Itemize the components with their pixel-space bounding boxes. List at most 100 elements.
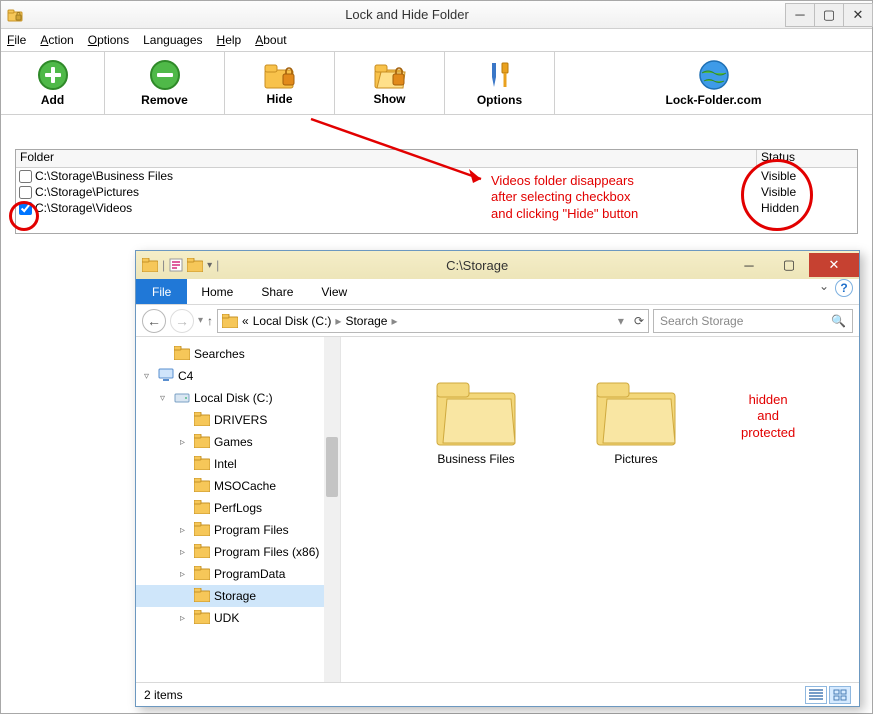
menu-file[interactable]: File <box>7 33 26 47</box>
menu-languages[interactable]: Languages <box>143 33 202 47</box>
explorer-ribbon: File Home Share View ⌄ ? <box>136 279 859 305</box>
view-icons-button[interactable] <box>829 686 851 704</box>
row-status: Visible <box>757 185 857 199</box>
chevron-icon[interactable]: ▹ <box>180 569 190 580</box>
folder-icon <box>194 544 210 561</box>
add-button[interactable]: Add <box>1 52 105 114</box>
tree-item[interactable]: Searches <box>136 343 340 365</box>
remove-label: Remove <box>141 93 188 107</box>
ribbon-tab-home[interactable]: Home <box>187 279 247 304</box>
folder-icon <box>194 588 210 605</box>
tree-item[interactable]: MSOCache <box>136 475 340 497</box>
tree-item[interactable]: ▹ ProgramData <box>136 563 340 585</box>
options-button[interactable]: Options <box>445 52 555 114</box>
chevron-icon[interactable]: ▹ <box>180 613 190 624</box>
column-status[interactable]: Status <box>757 150 857 167</box>
content-label: Pictures <box>581 452 691 466</box>
menu-options[interactable]: Options <box>88 33 129 47</box>
computer-icon <box>158 368 174 385</box>
remove-button[interactable]: Remove <box>105 52 225 114</box>
tree-item[interactable]: Storage <box>136 585 340 607</box>
chevron-icon[interactable]: ▹ <box>180 525 190 536</box>
tree-item[interactable]: PerfLogs <box>136 497 340 519</box>
tree-label: ProgramData <box>214 567 285 581</box>
row-path: C:\Storage\Pictures <box>35 185 757 199</box>
show-button[interactable]: Show <box>335 52 445 114</box>
menu-action[interactable]: Action <box>40 33 73 47</box>
breadcrumb-part2[interactable]: Storage <box>345 314 387 328</box>
chevron-icon[interactable]: ▿ <box>144 371 154 382</box>
ribbon-file-tab[interactable]: File <box>136 279 187 304</box>
options-label: Options <box>477 93 522 107</box>
minimize-button[interactable]: ─ <box>785 3 815 27</box>
row-checkbox[interactable] <box>19 202 32 215</box>
row-status: Visible <box>757 169 857 183</box>
search-input[interactable]: Search Storage 🔍 <box>653 309 853 333</box>
website-button[interactable]: Lock-Folder.com <box>555 52 872 114</box>
tree-item[interactable]: ▹Games <box>136 431 340 453</box>
row-checkbox[interactable] <box>19 170 32 183</box>
content-item-business-files[interactable]: Business Files <box>421 377 531 466</box>
column-folder[interactable]: Folder <box>16 150 757 167</box>
tree-item[interactable]: ▹UDK <box>136 607 340 629</box>
tree-label: DRIVERS <box>214 413 267 427</box>
navigation-tree[interactable]: Searches ▿ C4 ▿Local Disk (C:) DRIVERS ▹Games… <box>136 337 341 682</box>
ribbon-tab-share[interactable]: Share <box>247 279 307 304</box>
explorer-maximize-button[interactable]: ▢ <box>769 253 809 277</box>
search-icon: 🔍 <box>831 314 846 328</box>
add-label: Add <box>41 93 64 107</box>
refresh-icon[interactable]: ⟳ <box>634 314 644 328</box>
tree-label: MSOCache <box>214 479 276 493</box>
nav-history-icon[interactable]: ▾ <box>198 315 203 326</box>
menu-about[interactable]: About <box>255 33 286 47</box>
folder-icon <box>194 412 210 429</box>
nav-forward-button[interactable]: → <box>170 309 194 333</box>
content-pane[interactable]: Business Files Pictures hidden and prote… <box>341 337 859 682</box>
folder-icon <box>194 500 210 517</box>
breadcrumb[interactable]: « Local Disk (C:) ▸ Storage ▸ ▾ ⟳ <box>217 309 649 333</box>
view-details-button[interactable] <box>805 686 827 704</box>
tree-item[interactable]: ▹Program Files <box>136 519 340 541</box>
chevron-right-icon[interactable]: ▸ <box>391 314 397 328</box>
tree-item[interactable]: Intel <box>136 453 340 475</box>
row-path: C:\Storage\Business Files <box>35 169 757 183</box>
folder-icon <box>194 610 210 627</box>
toolbar: Add Remove Hide Show Options Lock-Folder… <box>1 51 872 115</box>
folder-icon <box>222 314 238 328</box>
row-checkbox[interactable] <box>19 186 32 199</box>
content-item-pictures[interactable]: Pictures <box>581 377 691 466</box>
tree-label: Searches <box>194 347 245 361</box>
explorer-minimize-button[interactable]: ─ <box>729 253 769 277</box>
nav-back-button[interactable]: ← <box>142 309 166 333</box>
show-label: Show <box>374 92 406 106</box>
ribbon-expand-icon[interactable]: ⌄ <box>819 279 829 304</box>
explorer-titlebar: | ▾ | C:\Storage ─ ▢ ✕ <box>136 251 859 279</box>
hide-button[interactable]: Hide <box>225 52 335 114</box>
ribbon-tab-view[interactable]: View <box>307 279 361 304</box>
tree-item[interactable]: ▹Program Files (x86) <box>136 541 340 563</box>
help-icon[interactable]: ? <box>835 279 853 297</box>
chevron-down-icon[interactable]: ▾ <box>618 314 624 328</box>
close-button[interactable]: ✕ <box>843 3 873 27</box>
tree-item[interactable]: DRIVERS <box>136 409 340 431</box>
tree-label: C4 <box>178 369 193 383</box>
chevron-icon[interactable]: ▿ <box>160 393 170 404</box>
nav-up-button[interactable]: ↑ <box>207 314 213 328</box>
chevron-icon[interactable]: ▹ <box>180 547 190 558</box>
breadcrumb-prefix: « <box>242 314 249 328</box>
chevron-right-icon[interactable]: ▸ <box>335 314 341 328</box>
table-row[interactable]: C:\Storage\Business FilesVisible <box>16 168 857 184</box>
maximize-button[interactable]: ▢ <box>814 3 844 27</box>
menu-help[interactable]: Help <box>217 33 242 47</box>
folder-icon <box>194 478 210 495</box>
table-row[interactable]: C:\Storage\VideosHidden <box>16 200 857 216</box>
table-row[interactable]: C:\Storage\PicturesVisible <box>16 184 857 200</box>
tree-item[interactable]: ▿Local Disk (C:) <box>136 387 340 409</box>
explorer-statusbar: 2 items <box>136 682 859 706</box>
chevron-icon[interactable]: ▹ <box>180 437 190 448</box>
tree-scrollbar[interactable] <box>324 337 340 682</box>
explorer-close-button[interactable]: ✕ <box>809 253 859 277</box>
explorer-window: | ▾ | C:\Storage ─ ▢ ✕ File Home Share V… <box>135 250 860 707</box>
tree-item[interactable]: ▿ C4 <box>136 365 340 387</box>
breadcrumb-part1[interactable]: Local Disk (C:) <box>253 314 332 328</box>
